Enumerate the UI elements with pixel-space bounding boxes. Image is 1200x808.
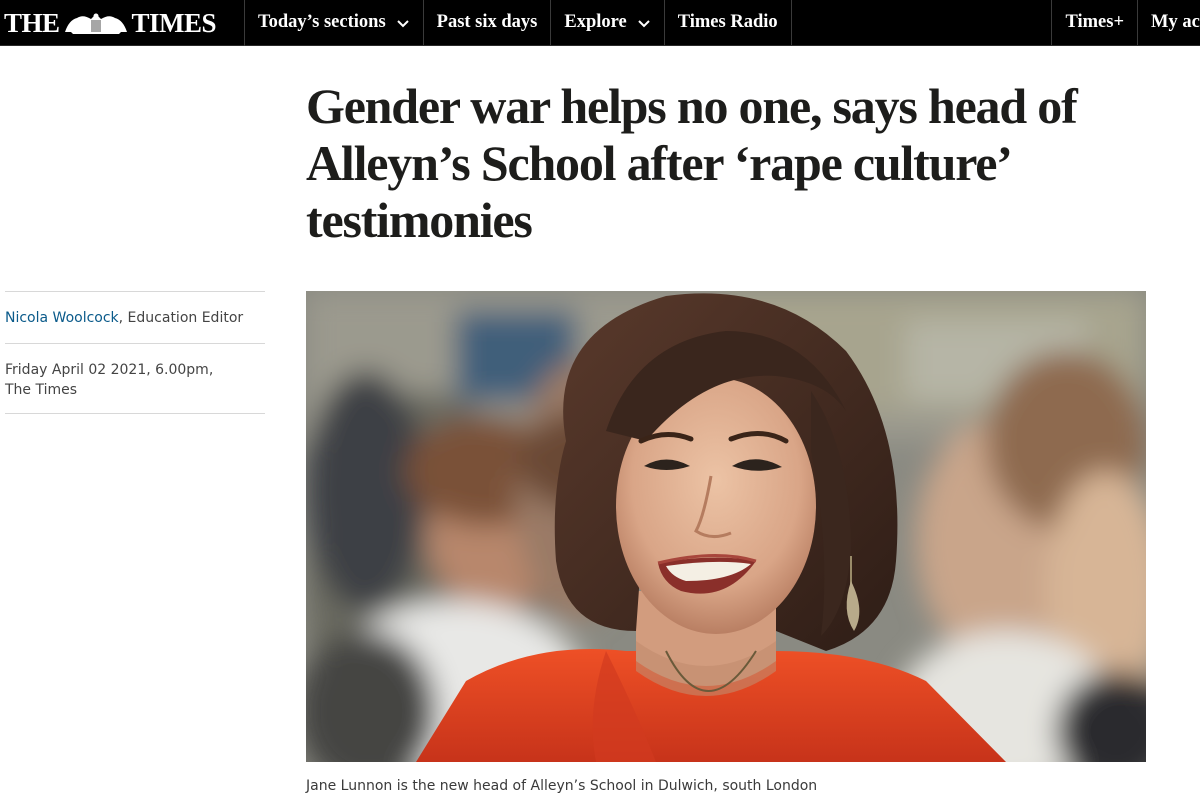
hero-image — [306, 291, 1146, 762]
author-link[interactable]: Nicola Woolcock — [5, 310, 119, 326]
chevron-down-icon — [396, 19, 409, 27]
logo-text-times: TIMES — [131, 7, 217, 38]
image-caption: Jane Lunnon is the new head of Alleyn’s … — [306, 778, 818, 794]
top-navigation-bar: THE TIMES Today’s sections Past six days… — [0, 0, 1200, 46]
publish-date: Friday April 02 2021, 6.00pm, — [5, 362, 214, 378]
nav-spacer — [792, 0, 1053, 45]
nav-explore-label: Explore — [564, 12, 627, 32]
logo-text-the: THE — [4, 7, 60, 38]
author-role: , Education Editor — [118, 310, 244, 326]
nav-my-account[interactable]: My ac — [1138, 0, 1200, 45]
article-headline: Gender war helps no one, says head of Al… — [306, 78, 1078, 248]
nav-past-six-days[interactable]: Past six days — [424, 0, 552, 45]
author-row: Nicola Woolcock, Education Editor — [5, 291, 265, 343]
nav-times-radio[interactable]: Times Radio — [665, 0, 792, 45]
nav-times-radio-label: Times Radio — [677, 12, 778, 32]
nav-past-six-days-label: Past six days — [436, 12, 538, 32]
times-logo[interactable]: THE TIMES — [0, 0, 245, 46]
nav-todays-sections[interactable]: Today’s sections — [245, 0, 424, 45]
publication-name: The Times — [5, 382, 78, 398]
nav-times-plus[interactable]: Times+ — [1052, 0, 1138, 45]
chevron-down-icon — [638, 19, 650, 27]
article-byline: Nicola Woolcock, Education Editor Friday… — [5, 291, 265, 414]
nav-todays-sections-label: Today’s sections — [258, 12, 386, 32]
nav-my-account-label: My ac — [1151, 12, 1200, 32]
nav-explore[interactable]: Explore — [551, 0, 665, 45]
portrait-illustration — [306, 291, 1146, 762]
date-row: Friday April 02 2021, 6.00pm, The Times — [5, 343, 265, 414]
royal-crest-icon — [64, 13, 127, 34]
nav-times-plus-label: Times+ — [1065, 12, 1124, 32]
